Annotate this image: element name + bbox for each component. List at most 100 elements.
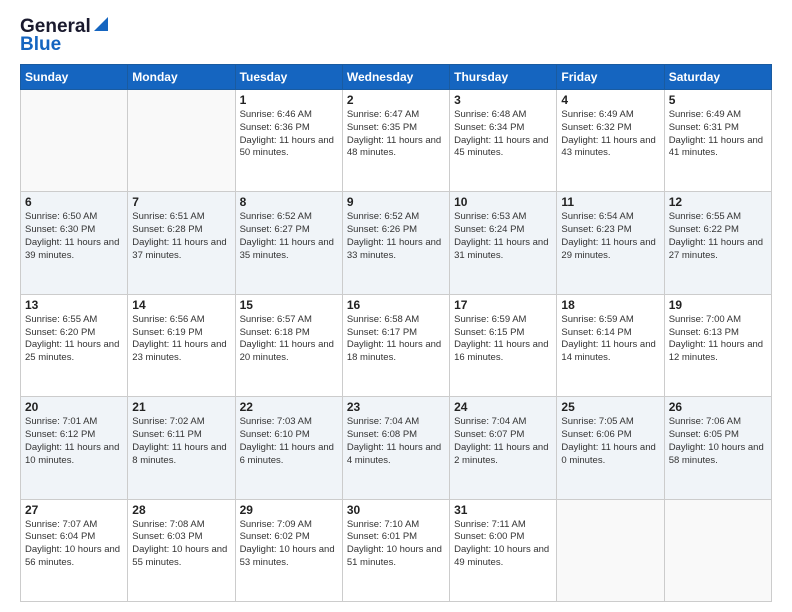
sunrise-text: Sunrise: 7:07 AM	[25, 519, 97, 530]
day-of-week-header: Wednesday	[342, 65, 449, 90]
cell-data: Sunrise: 7:09 AMSunset: 6:02 PM Daylight:…	[240, 519, 338, 570]
calendar-cell: 7Sunrise: 6:51 AMSunset: 6:28 PMDaylight…	[128, 192, 235, 294]
cell-data: Sunrise: 6:59 AMSunset: 6:15 PMDaylight:…	[454, 314, 552, 365]
sunrise-text: Sunrise: 7:04 AM	[454, 416, 526, 427]
sunrise-text: Sunrise: 7:05 AM	[561, 416, 633, 427]
day-number: 29	[240, 503, 338, 517]
calendar-cell: 14Sunrise: 6:56 AMSunset: 6:19 PMDayligh…	[128, 294, 235, 396]
daylight-text: Daylight: 11 hours and 50 minutes.	[240, 135, 334, 159]
sunset-text: Sunset: 6:14 PM	[561, 327, 631, 338]
daylight-text: Daylight: 11 hours and 20 minutes.	[240, 339, 334, 363]
cell-data: Sunrise: 7:04 AMSunset: 6:08 PMDaylight:…	[347, 416, 445, 467]
day-number: 31	[454, 503, 552, 517]
day-number: 23	[347, 400, 445, 414]
daylight-text: Daylight: 11 hours and 33 minutes.	[347, 237, 441, 261]
sunset-text: Sunset: 6:26 PM	[347, 224, 417, 235]
sunrise-text: Sunrise: 7:06 AM	[669, 416, 741, 427]
day-number: 17	[454, 298, 552, 312]
day-number: 19	[669, 298, 767, 312]
daylight-text: Daylight: 11 hours and 39 minutes.	[25, 237, 119, 261]
calendar-cell: 1 Sunrise: 6:46 AMSunset: 6:36 PMDaylight…	[235, 90, 342, 192]
cell-data: Sunrise: 6:59 AMSunset: 6:14 PMDaylight:…	[561, 314, 659, 365]
calendar-cell	[557, 499, 664, 601]
daylight-text: Daylight: 11 hours and 48 minutes.	[347, 135, 441, 159]
day-number: 15	[240, 298, 338, 312]
cell-data: Sunrise: 6:58 AMSunset: 6:17 PMDaylight:…	[347, 314, 445, 365]
logo: General Blue	[20, 16, 110, 56]
cell-data: Sunrise: 6:47 AMSunset: 6:35 PMDaylight:…	[347, 109, 445, 160]
cell-data: Sunrise: 7:00 AMSunset: 6:13 PMDaylight:…	[669, 314, 767, 365]
sunrise-text: Sunrise: 6:57 AM	[240, 314, 312, 325]
sunrise-text: Sunrise: 6:52 AM	[240, 211, 312, 222]
day-of-week-header: Sunday	[21, 65, 128, 90]
calendar-header-row: SundayMondayTuesdayWednesdayThursdayFrid…	[21, 65, 772, 90]
cell-data: Sunrise: 7:03 AMSunset: 6:10 PMDaylight:…	[240, 416, 338, 467]
sunset-text: Sunset: 6:22 PM	[669, 224, 739, 235]
cell-data: Sunrise: 7:07 AMSunset: 6:04 PMDaylight:…	[25, 519, 123, 570]
calendar-cell: 5Sunrise: 6:49 AMSunset: 6:31 PMDaylight…	[664, 90, 771, 192]
calendar-cell: 6Sunrise: 6:50 AMSunset: 6:30 PMDaylight…	[21, 192, 128, 294]
cell-data: Sunrise: 6:46 AMSunset: 6:36 PMDaylight:…	[240, 109, 338, 160]
sunset-text: Sunset: 6:03 PM	[132, 531, 202, 542]
header: General Blue	[20, 16, 772, 56]
sunrise-text: Sunrise: 6:46 AM	[240, 109, 312, 120]
sunset-text: Sunset: 6:08 PM	[347, 429, 417, 440]
sunrise-text: Sunrise: 7:00 AM	[669, 314, 741, 325]
cell-data: Sunrise: 7:06 AMSunset: 6:05 PMDaylight:…	[669, 416, 767, 467]
sunset-text: Sunset: 6:18 PM	[240, 327, 310, 338]
sunset-text: Sunset: 6:02 PM	[240, 531, 310, 542]
daylight-text: Daylight: 11 hours and 18 minutes.	[347, 339, 441, 363]
calendar-cell: 21Sunrise: 7:02 AMSunset: 6:11 PMDayligh…	[128, 397, 235, 499]
calendar-cell	[664, 499, 771, 601]
sunrise-text: Sunrise: 7:01 AM	[25, 416, 97, 427]
sunrise-text: Sunrise: 6:58 AM	[347, 314, 419, 325]
calendar-cell: 15 Sunrise: 6:57 AM Sunset: 6:18 PMDayligh…	[235, 294, 342, 396]
day-number: 18	[561, 298, 659, 312]
calendar-cell: 3Sunrise: 6:48 AMSunset: 6:34 PMDaylight…	[450, 90, 557, 192]
sunset-text: Sunset: 6:06 PM	[561, 429, 631, 440]
sunrise-text: Sunrise: 6:54 AM	[561, 211, 633, 222]
cell-data: Sunrise: 7:05 AMSunset: 6:06 PMDaylight:…	[561, 416, 659, 467]
calendar-week-row: 13Sunrise: 6:55 AMSunset: 6:20 PMDayligh…	[21, 294, 772, 396]
calendar-cell: 16 Sunrise: 6:58 AMSunset: 6:17 PMDayligh…	[342, 294, 449, 396]
page: General Blue SundayMondayTuesdayWednesda…	[0, 0, 792, 612]
sunrise-text: Sunrise: 7:08 AM	[132, 519, 204, 530]
sunrise-text: Sunrise: 6:48 AM	[454, 109, 526, 120]
daylight-text: Daylight: 10 hours and 49 minutes.	[454, 544, 549, 568]
sunset-text: Sunset: 6:32 PM	[561, 122, 631, 133]
sunrise-text: Sunrise: 6:50 AM	[25, 211, 97, 222]
day-number: 12	[669, 195, 767, 209]
sunset-text: Sunset: 6:05 PM	[669, 429, 739, 440]
cell-data: Sunrise: 7:01 AMSunset: 6:12 PMDaylight:…	[25, 416, 123, 467]
calendar-cell: 20Sunrise: 7:01 AMSunset: 6:12 PMDayligh…	[21, 397, 128, 499]
cell-data: Sunrise: 6:56 AMSunset: 6:19 PMDaylight:…	[132, 314, 230, 365]
sunrise-text: Sunrise: 7:09 AM	[240, 519, 312, 530]
day-number: 1	[240, 93, 338, 107]
sunset-text: Sunset: 6:27 PM	[240, 224, 310, 235]
sunset-text: Sunset: 6:35 PM	[347, 122, 417, 133]
calendar-cell: 12Sunrise: 6:55 AMSunset: 6:22 PMDayligh…	[664, 192, 771, 294]
calendar-cell	[21, 90, 128, 192]
daylight-text: Daylight: 11 hours and 2 minutes.	[454, 442, 548, 466]
sunset-text: Sunset: 6:00 PM	[454, 531, 524, 542]
daylight-text: Daylight: 10 hours and 53 minutes.	[240, 544, 335, 568]
calendar-cell: 19 Sunrise: 7:00 AMSunset: 6:13 PMDayligh…	[664, 294, 771, 396]
cell-data: Sunrise: 6:48 AMSunset: 6:34 PMDaylight:…	[454, 109, 552, 160]
daylight-text: Daylight: 11 hours and 8 minutes.	[132, 442, 226, 466]
sunset-text: Sunset: 6:15 PM	[454, 327, 524, 338]
calendar-cell: 11Sunrise: 6:54 AMSunset: 6:23 PMDayligh…	[557, 192, 664, 294]
calendar-table: SundayMondayTuesdayWednesdayThursdayFrid…	[20, 64, 772, 602]
day-number: 16	[347, 298, 445, 312]
cell-data: Sunrise: 6:54 AMSunset: 6:23 PMDaylight:…	[561, 211, 659, 262]
daylight-text: Daylight: 10 hours and 51 minutes.	[347, 544, 442, 568]
daylight-text: Daylight: 11 hours and 4 minutes.	[347, 442, 441, 466]
sunset-text: Sunset: 6:23 PM	[561, 224, 631, 235]
daylight-text: Daylight: 11 hours and 43 minutes.	[561, 135, 655, 159]
day-number: 11	[561, 195, 659, 209]
daylight-text: Daylight: 11 hours and 35 minutes.	[240, 237, 334, 261]
day-number: 24	[454, 400, 552, 414]
day-number: 13	[25, 298, 123, 312]
sunset-text: Sunset: 6:04 PM	[25, 531, 95, 542]
calendar-cell: 17 Sunrise: 6:59 AMSunset: 6:15 PMDayligh…	[450, 294, 557, 396]
daylight-text: Daylight: 11 hours and 16 minutes.	[454, 339, 548, 363]
